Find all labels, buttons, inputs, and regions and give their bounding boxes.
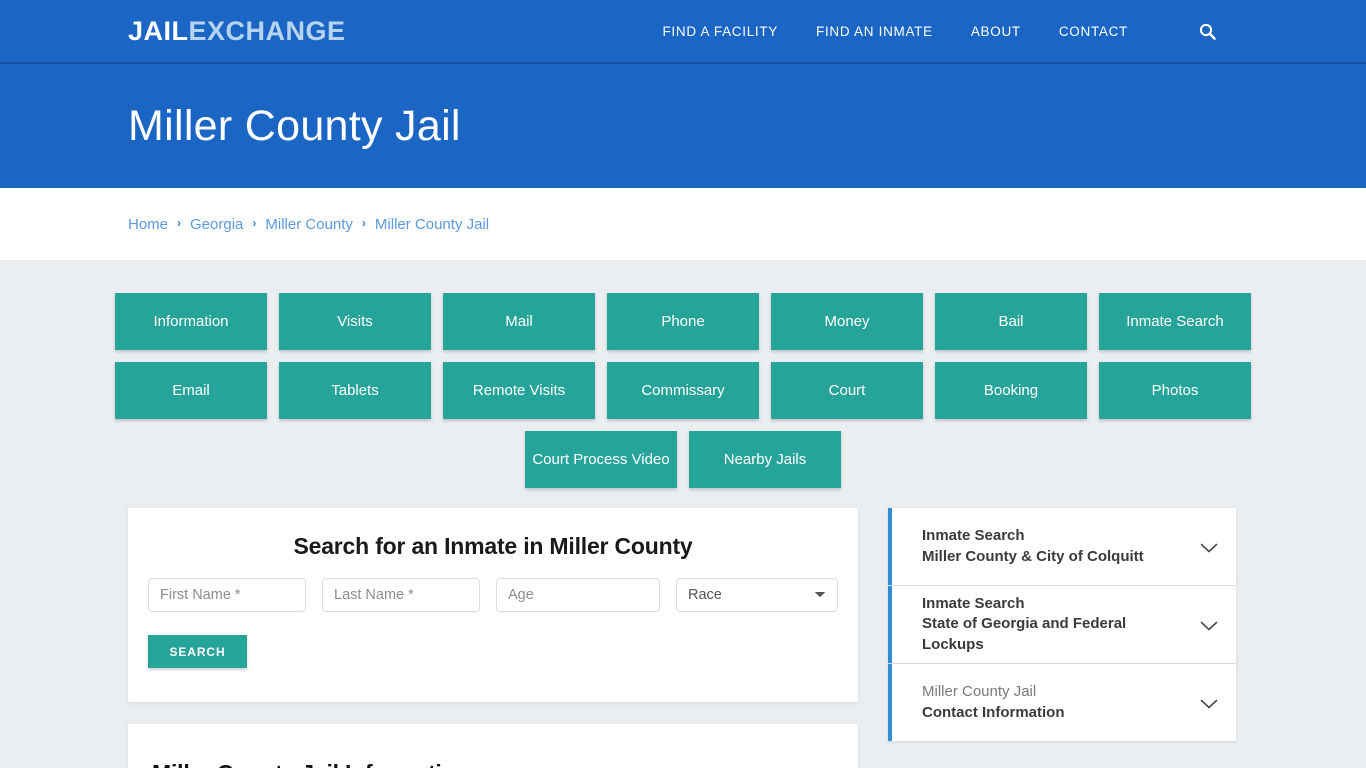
breadcrumb-bar: Home › Georgia › Miller County › Miller …	[0, 188, 1366, 260]
nav-button-nearby-jails[interactable]: Nearby Jails	[689, 431, 841, 488]
breadcrumb: Home › Georgia › Miller County › Miller …	[128, 216, 489, 233]
page-body: Information Visits Mail Phone Money Bail…	[0, 260, 1366, 768]
breadcrumb-item-miller-county-jail[interactable]: Miller County Jail	[375, 216, 489, 233]
nav-button-booking[interactable]: Booking	[935, 362, 1087, 419]
nav-button-row-2: Email Tablets Remote Visits Commissary C…	[0, 362, 1366, 419]
chevron-down-icon	[1200, 541, 1218, 553]
nav-item-find-a-facility[interactable]: FIND A FACILITY	[662, 24, 778, 39]
accordion-title-line1: Miller County Jail	[922, 683, 1037, 701]
accordion-title-line2: State of Georgia and Federal Lockups	[922, 615, 1127, 653]
jail-information-heading: Miller County Jail Information	[152, 760, 834, 768]
nav-button-court-process-video[interactable]: Court Process Video	[525, 431, 677, 488]
last-name-input[interactable]	[322, 578, 480, 612]
main-navigation: FIND A FACILITY FIND AN INMATE ABOUT CON…	[662, 22, 1216, 40]
content-columns: Search for an Inmate in Miller County Ra…	[0, 508, 1366, 768]
breadcrumb-item-home[interactable]: Home	[128, 216, 168, 233]
accordion-title-line1: Inmate Search	[922, 595, 1025, 613]
search-card-title: Search for an Inmate in Miller County	[293, 533, 693, 559]
logo-text-primary: JAIL	[128, 15, 189, 46]
nav-item-about[interactable]: ABOUT	[971, 24, 1021, 39]
nav-button-visits[interactable]: Visits	[279, 293, 431, 350]
chevron-down-icon	[1200, 619, 1218, 631]
breadcrumb-separator-icon: ›	[361, 216, 366, 230]
site-header: JAILEXCHANGE FIND A FACILITY FIND AN INM…	[0, 0, 1366, 64]
site-logo[interactable]: JAILEXCHANGE	[128, 15, 346, 46]
accordion-panel-inmate-search-state[interactable]: Inmate Search State of Georgia and Feder…	[888, 586, 1236, 663]
breadcrumb-separator-icon: ›	[252, 216, 257, 230]
accordion-panel-contact-information[interactable]: Miller County Jail Contact Information	[888, 664, 1236, 741]
nav-button-tablets[interactable]: Tablets	[279, 362, 431, 419]
breadcrumb-item-georgia[interactable]: Georgia	[190, 216, 243, 233]
nav-button-inmate-search[interactable]: Inmate Search	[1099, 293, 1251, 350]
accordion-title-line2: Contact Information	[922, 703, 1065, 721]
accordion-title-line1: Inmate Search	[922, 527, 1025, 545]
nav-button-email[interactable]: Email	[115, 362, 267, 419]
age-input[interactable]	[496, 578, 660, 612]
search-submit-button[interactable]: SEARCH	[148, 635, 247, 668]
sidebar: Inmate Search Miller County & City of Co…	[888, 508, 1236, 742]
nav-button-row-1: Information Visits Mail Phone Money Bail…	[0, 293, 1366, 350]
page-title: Miller County Jail	[128, 101, 461, 150]
first-name-input[interactable]	[148, 578, 306, 612]
nav-button-photos[interactable]: Photos	[1099, 362, 1251, 419]
nav-button-bail[interactable]: Bail	[935, 293, 1087, 350]
accordion-title-line2: Miller County & City of Colquitt	[922, 547, 1144, 565]
inmate-search-card: Search for an Inmate in Miller County Ra…	[128, 508, 858, 702]
nav-button-row-3: Court Process Video Nearby Jails	[0, 431, 1366, 488]
nav-item-contact[interactable]: CONTACT	[1059, 24, 1128, 39]
search-icon[interactable]	[1198, 22, 1216, 40]
accordion-panel-text: Inmate Search Miller County & City of Co…	[922, 526, 1144, 567]
nav-button-money[interactable]: Money	[771, 293, 923, 350]
chevron-down-icon	[1200, 697, 1218, 709]
nav-button-information[interactable]: Information	[115, 293, 267, 350]
accordion-panel-text: Inmate Search State of Georgia and Feder…	[922, 594, 1190, 655]
logo-text-secondary: EXCHANGE	[188, 15, 346, 46]
nav-button-remote-visits[interactable]: Remote Visits	[443, 362, 595, 419]
nav-button-mail[interactable]: Mail	[443, 293, 595, 350]
nav-item-find-an-inmate[interactable]: FIND AN INMATE	[816, 24, 933, 39]
nav-button-court[interactable]: Court	[771, 362, 923, 419]
nav-button-phone[interactable]: Phone	[607, 293, 759, 350]
hero-banner: Miller County Jail	[0, 64, 1366, 188]
accordion-panel-text: Miller County Jail Contact Information	[922, 682, 1065, 723]
race-select[interactable]: Race	[676, 578, 838, 612]
jail-information-card: Miller County Jail Information	[128, 724, 858, 768]
section-nav-buttons: Information Visits Mail Phone Money Bail…	[0, 260, 1366, 488]
breadcrumb-separator-icon: ›	[177, 216, 182, 230]
search-fields: Race	[148, 578, 838, 612]
accordion-panel-inmate-search-county[interactable]: Inmate Search Miller County & City of Co…	[888, 508, 1236, 585]
breadcrumb-item-miller-county[interactable]: Miller County	[265, 216, 353, 233]
nav-button-commissary[interactable]: Commissary	[607, 362, 759, 419]
main-column: Search for an Inmate in Miller County Ra…	[128, 508, 858, 768]
